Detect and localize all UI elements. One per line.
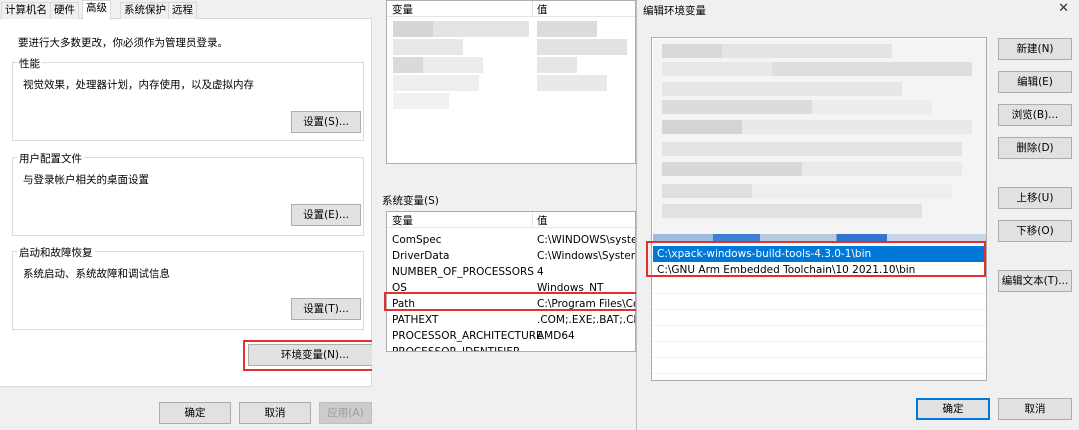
ok-button[interactable]: 确定: [159, 402, 231, 424]
blurred-entry: [772, 62, 972, 76]
startup-recovery-settings-button[interactable]: 设置(T)...: [291, 298, 361, 320]
empty-row[interactable]: [653, 310, 985, 326]
table-row[interactable]: PATHEXT.COM;.EXE;.BAT;.CMD: [387, 312, 635, 328]
blurred-entry: [662, 82, 902, 96]
tab-hardware[interactable]: 硬件: [50, 2, 79, 19]
performance-description: 视觉效果，处理器计划，内存使用，以及虚拟内存: [23, 79, 254, 91]
table-row[interactable]: PROCESSOR_IDENTIFIER: [387, 344, 635, 351]
move-up-button[interactable]: 上移(U): [998, 187, 1072, 209]
blurred-entry: [662, 44, 722, 58]
blurred-entry: [393, 39, 463, 55]
advanced-panel: 要进行大多数更改，你必须作为管理员登录。 性能 视觉效果，处理器计划，内存使用，…: [0, 19, 382, 387]
user-header-value: 值: [537, 4, 548, 16]
user-variables-list[interactable]: 变量 值: [386, 0, 636, 164]
header-separator: [532, 212, 533, 228]
tab-remote[interactable]: 远程: [168, 2, 197, 19]
blurred-entry: [433, 21, 529, 37]
empty-row[interactable]: [653, 342, 985, 358]
edit-environment-variable-dialog: 编辑环境变量 ✕ C:\xpack-windows-build-tools-4.…: [636, 0, 1079, 430]
blurred-entry: [537, 39, 627, 55]
system-properties-dialog: 计算机名 硬件 高级 系统保护 远程 要进行大多数更改，你必须作为管理员登录。 …: [0, 0, 382, 430]
tab-advanced[interactable]: 高级: [82, 0, 111, 20]
tab-system-protection[interactable]: 系统保护: [120, 2, 170, 19]
apply-button[interactable]: 应用(A): [319, 402, 372, 424]
user-header-variable: 变量: [392, 4, 413, 16]
blurred-entry: [537, 75, 607, 91]
blurred-entry: [722, 44, 892, 58]
edit-button[interactable]: 编辑(E): [998, 71, 1072, 93]
table-row[interactable]: DriverDataC:\Windows\System3: [387, 248, 635, 264]
startup-recovery-description: 系统启动、系统故障和调试信息: [23, 268, 170, 280]
path-entry[interactable]: C:\GNU Arm Embedded Toolchain\10 2021.10…: [653, 262, 985, 278]
close-icon[interactable]: ✕: [1058, 1, 1069, 16]
blurred-entry: [662, 120, 742, 134]
table-row[interactable]: ComSpecC:\WINDOWS\system: [387, 232, 635, 248]
performance-title: 性能: [17, 56, 42, 71]
performance-group: 性能 视觉效果，处理器计划，内存使用，以及虚拟内存 设置(S)...: [12, 56, 364, 141]
blurred-entry: [752, 184, 952, 198]
blurred-entry: [393, 57, 423, 73]
blurred-entry: [423, 57, 483, 73]
move-down-button[interactable]: 下移(O): [998, 220, 1072, 242]
table-row-path[interactable]: Path C:\Program Files\Co: [387, 296, 635, 312]
performance-settings-button[interactable]: 设置(S)...: [291, 111, 361, 133]
blurred-entry: [393, 75, 479, 91]
browse-button[interactable]: 浏览(B)...: [998, 104, 1072, 126]
empty-row[interactable]: [653, 278, 985, 294]
dialog-title: 编辑环境变量: [643, 5, 706, 17]
blurred-entry: [802, 162, 962, 176]
edit-text-button[interactable]: 编辑文本(T)...: [998, 270, 1072, 292]
path-entries-list[interactable]: C:\xpack-windows-build-tools-4.3.0-1\bin…: [651, 37, 987, 381]
table-row[interactable]: OS Windows_NT: [387, 280, 635, 296]
system-variables-label: 系统变量(S): [382, 195, 439, 207]
environment-variables-dialog: 变量 值 系统变量(S) 变量 值 ComSpec C:\WINDOWS\syst…: [372, 0, 636, 430]
blurred-entry: [662, 62, 772, 76]
admin-note: 要进行大多数更改，你必须作为管理员登录。: [18, 37, 228, 49]
blurred-selection-strip: [653, 234, 986, 242]
blurred-entry: [662, 142, 962, 156]
blurred-entry: [662, 162, 802, 176]
system-variables-list[interactable]: 变量 值 ComSpecC:\WINDOWS\system DriverData…: [386, 211, 636, 352]
system-list-header: 变量 值: [387, 212, 635, 228]
cancel-button[interactable]: 取消: [239, 402, 311, 424]
tab-bar: 计算机名 硬件 高级 系统保护 远程: [0, 0, 372, 20]
tab-computer-name[interactable]: 计算机名: [1, 2, 51, 19]
startup-recovery-group: 启动和故障恢复 系统启动、系统故障和调试信息 设置(T)...: [12, 245, 364, 330]
empty-row[interactable]: [653, 358, 985, 374]
blurred-entry: [393, 93, 449, 109]
empty-row[interactable]: [653, 326, 985, 342]
table-row[interactable]: NUMBER_OF_PROCESSORS 4: [387, 264, 635, 280]
blurred-entry: [662, 184, 752, 198]
cancel-button[interactable]: 取消: [998, 398, 1072, 420]
new-button[interactable]: 新建(N): [998, 38, 1072, 60]
user-profiles-group: 用户配置文件 与登录帐户相关的桌面设置 设置(E)...: [12, 151, 364, 236]
blurred-entry: [537, 21, 597, 37]
header-separator: [532, 1, 533, 17]
user-list-header: 变量 值: [387, 1, 635, 17]
blurred-entry: [537, 57, 577, 73]
delete-button[interactable]: 删除(D): [998, 137, 1072, 159]
blurred-entry: [812, 100, 932, 114]
path-entry-selected[interactable]: C:\xpack-windows-build-tools-4.3.0-1\bin: [653, 246, 985, 262]
startup-recovery-title: 启动和故障恢复: [17, 245, 95, 260]
user-profiles-settings-button[interactable]: 设置(E)...: [291, 204, 361, 226]
ok-button[interactable]: 确定: [916, 398, 990, 420]
user-profiles-description: 与登录帐户相关的桌面设置: [23, 174, 149, 186]
blurred-entry: [662, 204, 922, 218]
empty-row[interactable]: [653, 294, 985, 310]
system-header-value: 值: [537, 215, 548, 227]
environment-variables-button[interactable]: 环境变量(N)...: [248, 344, 382, 366]
table-row[interactable]: PROCESSOR_ARCHITECTURE AMD64: [387, 328, 635, 344]
user-profiles-title: 用户配置文件: [17, 151, 84, 166]
system-header-variable: 变量: [392, 215, 413, 227]
blurred-entry: [662, 100, 812, 114]
blurred-entry: [393, 21, 433, 37]
blurred-entry: [742, 120, 972, 134]
